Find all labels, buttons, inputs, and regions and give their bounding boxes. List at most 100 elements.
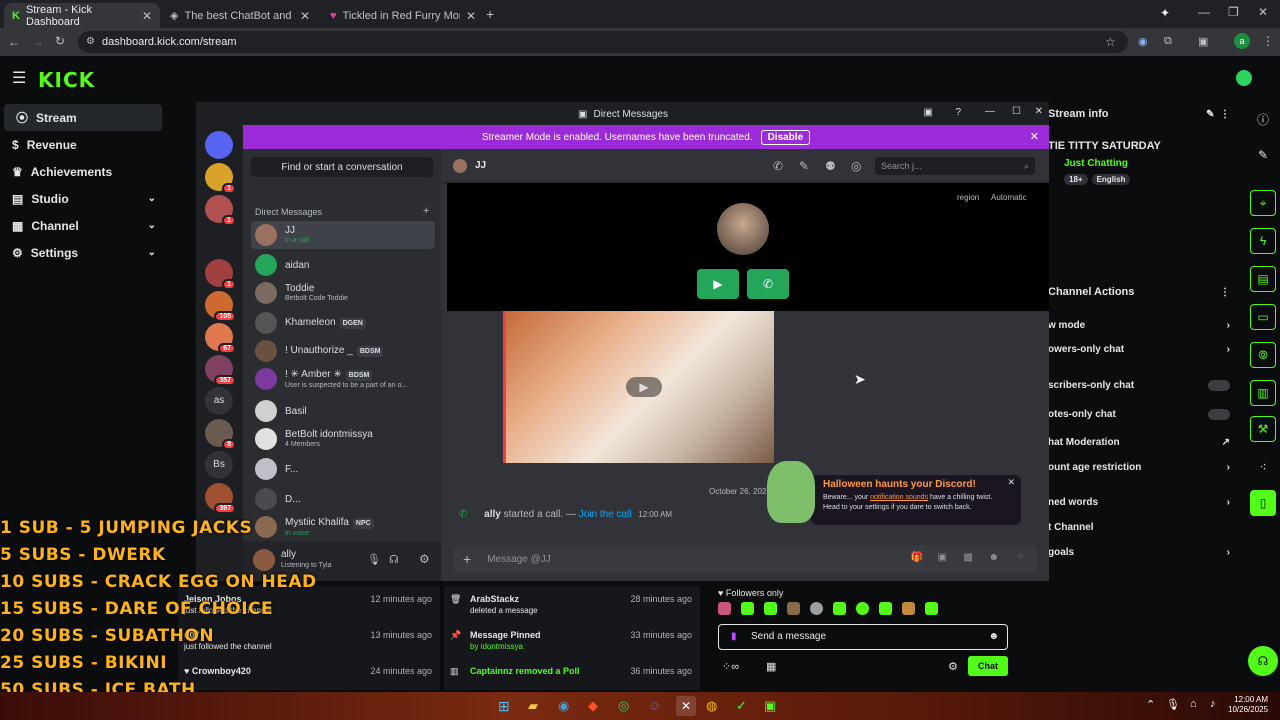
tray-chevron-icon[interactable]: ⌃ xyxy=(1146,698,1155,711)
action-row[interactable]: scribers-only chat xyxy=(1048,380,1230,391)
action-row[interactable]: goals › xyxy=(1048,547,1230,558)
dm-item[interactable]: ! ✳ Amber ✳ BDSM User is suspected to be a… xyxy=(251,365,435,393)
tab-chatbot[interactable]: ◈ The best ChatBot and Widgets ✕ xyxy=(162,3,318,28)
server-icon[interactable]: as xyxy=(205,387,233,415)
windows-start-icon[interactable]: ⊞ xyxy=(498,698,510,715)
emote-icon[interactable] xyxy=(810,602,823,615)
server-icon[interactable]: 1 xyxy=(205,163,236,194)
emote-icon[interactable] xyxy=(764,602,777,615)
activity-row[interactable]: 🗑 ArabStackz 28 minutes ago deleted a messa… xyxy=(450,594,692,615)
emotes-only-toggle[interactable] xyxy=(1208,409,1230,420)
action-row[interactable]: t Channel xyxy=(1048,522,1230,533)
emote-icon[interactable] xyxy=(787,602,800,615)
pencil-icon[interactable]: ✎ xyxy=(1250,142,1276,168)
focus-icon[interactable]: ⌖ xyxy=(1250,190,1276,216)
document-icon[interactable]: ▥ xyxy=(1250,380,1276,406)
message-input[interactable]: + Message @JJ 🎁 ▣ ▩ ☻ ⁘ xyxy=(453,545,1037,573)
close-button[interactable]: ✕ xyxy=(1035,106,1043,117)
server-icon[interactable]: 1 xyxy=(205,259,236,290)
sparkle-icon[interactable]: ✦ xyxy=(1160,6,1170,20)
action-row[interactable]: owers-only chat › xyxy=(1048,344,1230,355)
chat-settings-icon[interactable]: ⚙ xyxy=(948,660,958,673)
chat-toggle-icon[interactable]: ▯ xyxy=(1250,490,1276,516)
action-row[interactable]: ned words › xyxy=(1048,497,1230,508)
stream-category[interactable]: Just Chatting xyxy=(1064,158,1128,169)
server-icon[interactable]: 105 xyxy=(205,291,236,322)
tab-stream-kick[interactable]: K Stream - Kick Dashboard ✕ xyxy=(4,3,160,28)
maximize-button[interactable]: ☐ xyxy=(1012,106,1021,117)
hamburger-menu-icon[interactable]: ☰ xyxy=(12,68,26,88)
url-field[interactable]: ⚙ dashboard.kick.com/stream xyxy=(78,31,1128,53)
action-row[interactable]: hat Moderation ↗ xyxy=(1048,437,1230,448)
reload-icon[interactable]: ↻ xyxy=(55,34,65,48)
server-icon[interactable]: 397 xyxy=(205,483,236,514)
chat-send-button[interactable]: Chat xyxy=(968,656,1008,676)
dm-item[interactable]: F... xyxy=(251,455,435,483)
dm-item[interactable]: ! Unauthorize _ BDSM xyxy=(251,337,435,365)
dm-item[interactable]: aidan xyxy=(251,251,435,279)
broadcast-icon[interactable]: ⦾ xyxy=(1250,342,1276,368)
tray-mic-icon[interactable]: 🎙 xyxy=(1166,698,1180,711)
nav-revenue[interactable]: $ Revenue xyxy=(0,131,170,158)
headphones-icon[interactable]: ☊ xyxy=(389,553,399,566)
user-profile-icon[interactable]: ◎ xyxy=(851,159,861,173)
emote-icon[interactable] xyxy=(925,602,938,615)
close-notice-icon[interactable]: ✕ xyxy=(1007,477,1015,488)
dm-item[interactable]: Khameleon DGEN xyxy=(251,309,435,337)
nodes-icon[interactable]: ⁖ xyxy=(1250,454,1276,480)
gift-icon[interactable]: 🎁 xyxy=(911,552,923,563)
sticker-icon[interactable]: ▩ xyxy=(964,552,973,563)
nav-studio[interactable]: ▤ Studio ⌄ xyxy=(0,185,170,212)
gif-icon[interactable]: ▣ xyxy=(938,552,947,563)
emote-icon[interactable] xyxy=(902,602,915,615)
dm-item[interactable]: BetBolt idontmissya 4 Members xyxy=(251,425,435,453)
discord-taskbar-icon[interactable]: ☺ xyxy=(648,698,661,713)
action-row[interactable]: w mode › xyxy=(1048,320,1230,331)
nav-stream[interactable]: ⦿ Stream xyxy=(4,104,162,131)
dm-item[interactable]: Toddie Betbolt Code Toddie xyxy=(251,279,435,307)
emoji-icon[interactable]: ☻ xyxy=(988,625,999,649)
emote-icon[interactable] xyxy=(741,602,754,615)
clock[interactable]: 12:00 AM 10/26/2025 xyxy=(1228,695,1268,715)
maximize-button[interactable]: ❐ xyxy=(1228,5,1239,19)
attach-plus-icon[interactable]: + xyxy=(463,551,471,567)
close-tab-icon[interactable]: ✕ xyxy=(300,9,310,23)
emote-icon[interactable] xyxy=(718,602,731,615)
server-icon[interactable]: 67 xyxy=(205,323,236,354)
kebab-icon[interactable]: ⋮ xyxy=(1220,287,1230,298)
user-settings-gear-icon[interactable]: ⚙ xyxy=(419,552,430,566)
info-icon[interactable]: ⓘ xyxy=(1250,106,1276,132)
inbox-icon[interactable]: ▣ xyxy=(924,107,933,118)
minimize-button[interactable]: — xyxy=(1198,5,1210,19)
emote-icon[interactable] xyxy=(856,602,869,615)
notification-sounds-link[interactable]: notification sounds xyxy=(870,494,928,501)
action-row[interactable]: otes-only chat xyxy=(1048,409,1230,420)
server-icon[interactable]: 357 xyxy=(205,355,236,386)
kick-logo[interactable]: KICK xyxy=(38,68,95,92)
bolt-icon[interactable]: ϟ xyxy=(1250,228,1276,254)
chrome-icon[interactable]: ◍ xyxy=(706,698,717,714)
kick-app-icon[interactable]: ✓ xyxy=(736,698,747,714)
search-field[interactable]: Search j... ⌕ xyxy=(875,157,1035,175)
extension-icon[interactable]: ◉ xyxy=(1138,35,1148,48)
wrench-icon[interactable]: ⚒ xyxy=(1250,416,1276,442)
back-icon[interactable]: ← xyxy=(8,35,20,49)
site-info-icon[interactable]: ⚙ xyxy=(86,31,95,53)
minimize-button[interactable]: — xyxy=(985,106,995,117)
forward-icon[interactable]: → xyxy=(32,35,44,49)
close-tab-icon[interactable]: ✕ xyxy=(466,9,476,23)
volume-icon[interactable]: ♪ xyxy=(1210,698,1216,710)
network-icon[interactable]: ⌂ xyxy=(1190,698,1197,710)
discord-home-icon[interactable] xyxy=(205,131,233,159)
sidepanel-icon[interactable]: ▣ xyxy=(1198,35,1208,48)
dm-item[interactable]: Basil xyxy=(251,397,435,425)
file-explorer-icon[interactable]: ▰ xyxy=(528,698,538,714)
region-dropdown[interactable]: Automatic xyxy=(991,193,1027,202)
join-voice-button[interactable]: ✆ xyxy=(747,269,789,299)
play-icon[interactable]: ▶ xyxy=(626,377,662,397)
brave-icon[interactable]: ◆ xyxy=(588,698,598,714)
spotify-icon[interactable]: ◎ xyxy=(618,698,629,714)
server-icon[interactable]: Bs xyxy=(205,451,233,479)
new-dm-icon[interactable]: + xyxy=(423,205,429,217)
disable-streamer-mode-button[interactable]: Disable xyxy=(760,129,811,145)
